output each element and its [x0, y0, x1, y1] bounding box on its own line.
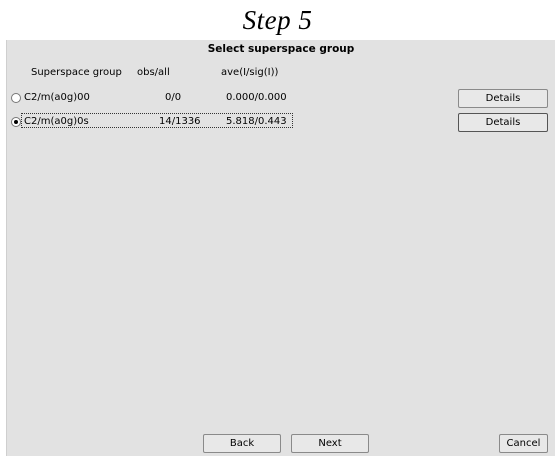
- details-button-2[interactable]: Details: [458, 113, 548, 132]
- column-header-obs-all: obs/all: [137, 67, 170, 78]
- group-name-2: C2/m(a0g)0s: [24, 116, 89, 127]
- next-button[interactable]: Next: [291, 434, 369, 453]
- step-title: Step 5: [242, 5, 313, 35]
- group-radio-1[interactable]: [11, 93, 21, 103]
- superspace-group-dialog: Select superspace group Superspace group…: [6, 40, 555, 456]
- group-name-1: C2/m(a0g)00: [24, 92, 90, 103]
- group-row-1[interactable]: C2/m(a0g)00 0/0 0.000/0.000 Details: [7, 88, 555, 108]
- dialog-title: Select superspace group: [207, 43, 355, 55]
- column-header-ave-i-sig: ave(I/sig(I)): [221, 67, 279, 78]
- group-obs-2: 14/1336: [159, 116, 201, 127]
- group-row-2[interactable]: C2/m(a0g)0s 14/1336 5.818/0.443 Details: [7, 112, 555, 132]
- group-ave-2: 5.818/0.443: [226, 116, 287, 127]
- group-obs-1: 0/0: [165, 92, 182, 103]
- column-header-superspace-group: Superspace group: [31, 67, 122, 78]
- details-button-1[interactable]: Details: [458, 89, 548, 108]
- group-radio-2[interactable]: [11, 117, 21, 127]
- cancel-button[interactable]: Cancel: [499, 434, 548, 453]
- group-ave-1: 0.000/0.000: [226, 92, 287, 103]
- back-button[interactable]: Back: [203, 434, 281, 453]
